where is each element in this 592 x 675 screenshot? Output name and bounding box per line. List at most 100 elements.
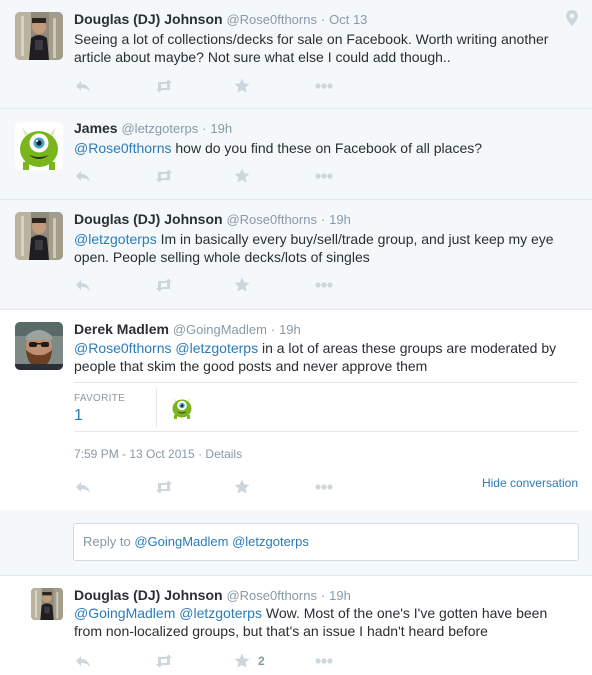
tweet-header: Derek Madlem @GoingMadlem · 19h: [74, 320, 301, 339]
favorite-button[interactable]: [234, 167, 250, 185]
reply-icon: [76, 280, 90, 291]
timestamp[interactable]: 19h: [329, 588, 351, 603]
username[interactable]: @Rose0fthorns: [226, 12, 317, 27]
tweet-text-line: people that skim the good posts and neve…: [74, 358, 428, 374]
timestamp[interactable]: 19h: [279, 322, 301, 337]
details-link[interactable]: Details: [205, 447, 242, 461]
avatar[interactable]: [15, 122, 63, 170]
username[interactable]: @Rose0fthorns: [226, 588, 317, 603]
retweet-button[interactable]: [154, 276, 174, 294]
separator-dot: ·: [320, 12, 326, 27]
more-button[interactable]: [314, 276, 334, 294]
tweet-actions: [74, 77, 334, 95]
reply-icon: [76, 171, 90, 182]
favorite-icon: [234, 277, 250, 292]
hide-conversation-link[interactable]: Hide conversation: [482, 476, 578, 490]
tweet-header: Douglas (DJ) Johnson @Rose0fthorns · Oct…: [74, 10, 367, 29]
tweet-text: Seeing a lot of collections/decks for sa…: [74, 30, 574, 66]
fullname[interactable]: Douglas (DJ) Johnson: [74, 211, 223, 227]
tweet-text-line: open. People selling whole decks/lots of…: [74, 249, 370, 265]
username[interactable]: @GoingMadlem: [173, 322, 267, 337]
user-photo-icon: [31, 588, 63, 620]
mention-link[interactable]: @Rose0fthorns: [74, 140, 171, 156]
reply-prefix: Reply to: [83, 534, 131, 549]
tweet-text: @Rose0fthorns how do you find these on F…: [74, 139, 574, 157]
more-button[interactable]: [314, 478, 334, 496]
reply-section: Reply to @GoingMadlem @letzgoterps: [0, 510, 592, 576]
tweet-timestamp[interactable]: 7:59 PM - 13 Oct 2015: [74, 447, 195, 461]
separator-dot: ·: [320, 212, 326, 227]
timestamp[interactable]: 19h: [329, 212, 351, 227]
reply-button[interactable]: [74, 478, 92, 496]
avatar[interactable]: [31, 588, 63, 620]
reply-button[interactable]: [74, 167, 92, 185]
favoriter-avatar[interactable]: [170, 395, 194, 419]
retweet-button[interactable]: [154, 77, 174, 95]
mention-link[interactable]: @GoingMadlem: [74, 605, 175, 621]
tweet-ancestor-3[interactable]: Douglas (DJ) Johnson @Rose0fthorns · 19h…: [0, 200, 592, 310]
retweet-button[interactable]: [154, 167, 174, 185]
tweet-text-body: Seeing a lot of collections/decks for sa…: [74, 31, 549, 65]
tweet-text-line: Im in basically every buy/sell/trade gro…: [160, 231, 554, 247]
timestamp[interactable]: 19h: [210, 121, 232, 136]
more-icon: [315, 484, 333, 490]
more-icon: [315, 173, 333, 179]
more-button[interactable]: [314, 652, 334, 670]
separator-dot: ·: [198, 447, 203, 461]
more-button[interactable]: [314, 77, 334, 95]
location-icon[interactable]: [566, 10, 578, 26]
reply-icon: [76, 482, 90, 493]
more-button[interactable]: [314, 167, 334, 185]
tweet-stats: FAVORITE 1: [74, 382, 578, 432]
favorite-button[interactable]: 2: [234, 652, 265, 670]
retweet-icon: [156, 278, 172, 292]
username[interactable]: @Rose0fthorns: [226, 212, 317, 227]
reply-mention: @letzgoterps: [232, 534, 309, 549]
tweet-text: @GoingMadlem @letzgoterps Wow. Most of t…: [74, 604, 574, 640]
more-icon: [315, 83, 333, 89]
username[interactable]: @letzgoterps: [121, 121, 198, 136]
user-photo-icon: [15, 212, 63, 260]
tweet-text: @letzgoterps Im in basically every buy/s…: [74, 230, 574, 266]
retweet-button[interactable]: [154, 478, 174, 496]
retweet-icon: [156, 169, 172, 183]
reply-button[interactable]: [74, 276, 92, 294]
favorite-stat-label[interactable]: FAVORITE: [74, 393, 125, 404]
avatar[interactable]: [15, 12, 63, 60]
fullname[interactable]: Douglas (DJ) Johnson: [74, 587, 223, 603]
tweet-permalink[interactable]: Derek Madlem @GoingMadlem · 19h @Rose0ft…: [0, 310, 592, 518]
favorite-button[interactable]: [234, 276, 250, 294]
tweet-text-line: Wow. Most of the one's I've gotten have …: [265, 605, 548, 621]
mention-link[interactable]: @letzgoterps: [175, 340, 258, 356]
reply-icon: [76, 81, 90, 92]
favorite-icon: [234, 479, 250, 494]
tweet-reply[interactable]: Douglas (DJ) Johnson @Rose0fthorns · 19h…: [0, 576, 592, 675]
tweet-ancestor-2[interactable]: James @letzgoterps · 19h @Rose0fthorns h…: [0, 109, 592, 200]
timestamp[interactable]: Oct 13: [329, 12, 367, 27]
retweet-icon: [156, 654, 172, 668]
fullname[interactable]: Douglas (DJ) Johnson: [74, 11, 223, 27]
favorite-count: 2: [258, 654, 265, 668]
reply-button[interactable]: [74, 652, 92, 670]
reply-button[interactable]: [74, 77, 92, 95]
mention-link[interactable]: @letzgoterps: [74, 231, 157, 247]
favorite-button[interactable]: [234, 77, 250, 95]
tweet-header: Douglas (DJ) Johnson @Rose0fthorns · 19h: [74, 210, 351, 229]
user-photo-icon: [15, 122, 63, 170]
fullname[interactable]: James: [74, 120, 118, 136]
user-photo-icon: [170, 395, 194, 419]
fullname[interactable]: Derek Madlem: [74, 321, 169, 337]
mention-link[interactable]: @Rose0fthorns: [74, 340, 171, 356]
favorite-button[interactable]: [234, 478, 250, 496]
avatar[interactable]: [15, 322, 63, 370]
retweet-button[interactable]: [154, 652, 174, 670]
tweet-actions: [74, 276, 334, 294]
tweet-header: James @letzgoterps · 19h: [74, 119, 232, 138]
tweet-ancestor-1[interactable]: Douglas (DJ) Johnson @Rose0fthorns · Oct…: [0, 0, 592, 109]
favorite-icon: [234, 653, 250, 668]
reply-icon: [76, 656, 90, 667]
reply-input[interactable]: Reply to @GoingMadlem @letzgoterps: [73, 523, 579, 561]
avatar[interactable]: [15, 212, 63, 260]
favorite-stat-count[interactable]: 1: [74, 407, 83, 425]
mention-link[interactable]: @letzgoterps: [179, 605, 262, 621]
